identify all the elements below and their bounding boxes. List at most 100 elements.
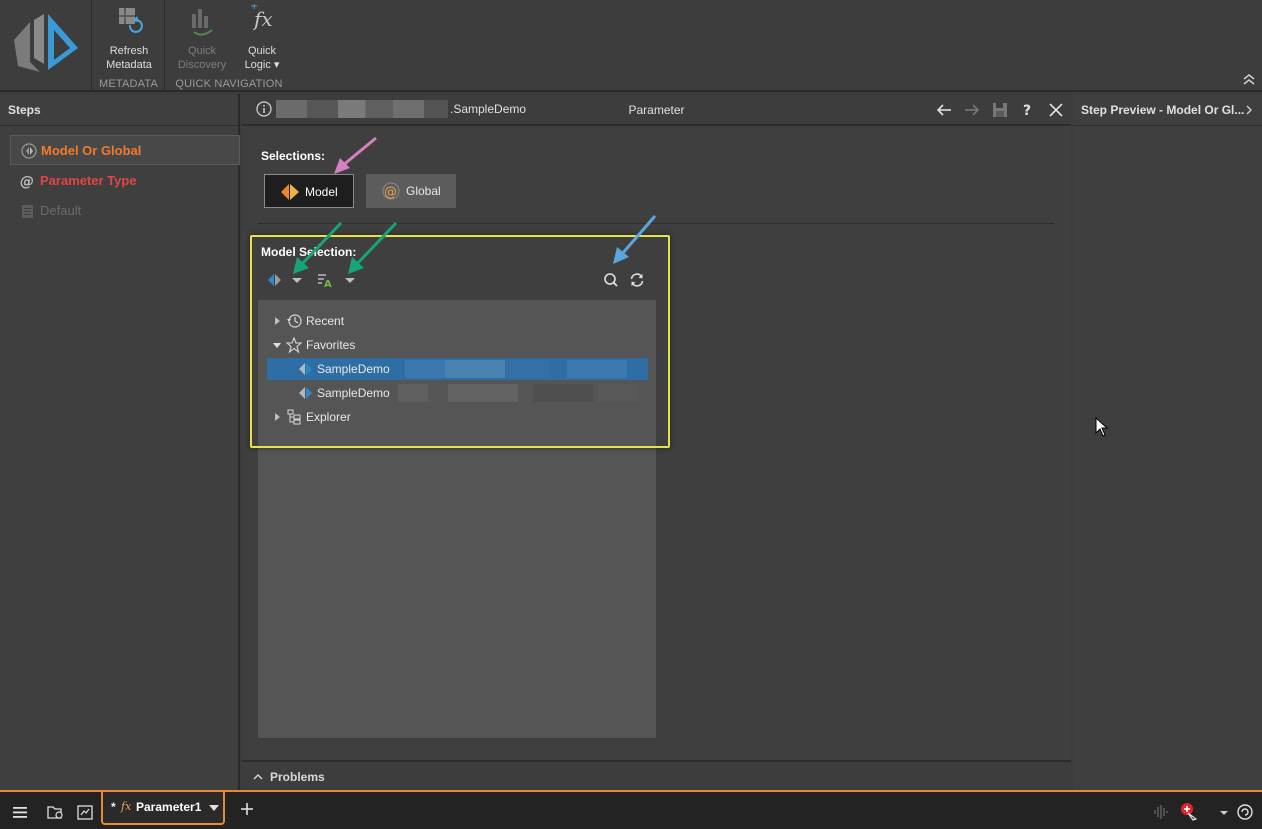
chevron-right-icon[interactable] [1244,104,1254,116]
tree-label: Explorer [306,410,351,424]
ribbon-group-label-quick-navigation: QUICK NAVIGATION [175,78,283,90]
tab-parameter1[interactable]: * fx Parameter1 [101,792,225,825]
forward-arrow-icon[interactable] [962,100,982,120]
redacted-path [567,360,627,378]
bottom-taskbar: * fx Parameter1 [0,790,1262,829]
save-icon[interactable] [990,100,1010,120]
global-button-label: Global [406,184,441,198]
open-folder-icon[interactable] [45,802,65,822]
quick-logic-label-1: Quick [247,45,277,57]
quick-discovery-icon [192,9,213,36]
refresh-label-1: Refresh [109,45,149,57]
step-model-or-global[interactable]: Model Or Global [10,135,240,165]
refresh-label-2: Metadata [106,59,152,71]
redacted-path [398,384,428,402]
step-parameter-type[interactable]: @ Parameter Type [10,166,240,196]
refresh-metadata-icon [119,8,143,33]
global-at-icon: @ [382,182,400,200]
parameter-editor: .SampleDemo Parameter ? Selections: Mode… [242,94,1071,790]
explorer-tree-icon [287,409,301,425]
fx-icon: fx [121,800,132,813]
chevron-down-icon[interactable] [288,271,306,289]
tree-node-favorites[interactable]: Favorites [258,334,656,356]
close-icon[interactable] [1046,100,1066,120]
ribbon-group-label-metadata: METADATA [98,78,159,90]
problems-panel-toggle[interactable]: Problems [242,760,1071,790]
tree-node-recent[interactable]: Recent [258,310,656,332]
model-selection-label: Model Selection: [261,245,357,259]
model-cube-icon [299,363,312,375]
tree-node-sampledemo[interactable]: SampleDemo [258,382,656,404]
svg-text:fx: fx [252,7,273,31]
editor-content: Selections: Model @ Global Model Selecti… [258,134,1056,738]
history-clock-icon [287,314,302,328]
refresh-icon[interactable] [628,271,646,289]
chevron-down-icon[interactable] [209,804,219,812]
svg-text:A: A [324,279,332,289]
redacted-path [598,384,638,402]
svg-text:@: @ [20,174,34,189]
unsaved-indicator: * [111,800,116,814]
app-logo[interactable] [0,0,92,92]
collapse-arrow-icon[interactable] [272,340,282,350]
model-tree: Recent Favorites SampleDemo SampleDemo E… [258,300,656,438]
model-cube-icon [299,387,312,399]
redacted-path [448,384,518,402]
ribbon-group-metadata: Refresh Metadata METADATA [93,0,165,92]
tree-label: Favorites [306,338,356,352]
collapse-ribbon-icon[interactable] [1242,72,1256,86]
add-tab-plus-icon[interactable] [238,800,256,818]
model-path: .SampleDemo [450,102,527,116]
help-icon[interactable]: ? [1018,100,1038,120]
model-button[interactable]: Model [264,174,354,208]
svg-text:?: ? [1023,103,1031,119]
search-icon[interactable] [602,271,620,289]
step-label: Model Or Global [41,143,142,158]
quick-discovery-label-1: Quick [187,45,217,57]
redacted-path [445,360,505,378]
expand-arrow-icon[interactable] [272,316,282,326]
step-preview-title: Step Preview - Model Or Gl... [1073,94,1262,126]
audio-wave-icon[interactable] [1151,802,1171,822]
chevron-down-icon[interactable] [1214,802,1234,822]
redacted-server-path [276,100,448,118]
steps-title: Steps [0,94,238,126]
quick-logic-fx-icon: + fx [250,4,273,31]
back-arrow-icon[interactable] [934,100,954,120]
quick-logic-button[interactable]: + fx Quick Logic ▾ [232,4,292,72]
swirl-spiral-icon[interactable] [1235,802,1255,822]
model-button-label: Model [305,185,338,199]
problems-label: Problems [270,770,325,784]
tab-label: Parameter1 [136,800,202,814]
refresh-metadata-button[interactable]: Refresh Metadata [99,4,159,72]
pyramid-logo-icon [14,14,78,72]
notifications-alert-icon[interactable] [1178,802,1198,822]
chevron-up-icon [253,774,263,780]
expand-arrow-icon[interactable] [272,412,282,422]
selections-label: Selections: [261,149,326,163]
chevron-down-icon[interactable] [341,271,359,289]
default-step-icon [22,205,33,218]
quick-discovery-button[interactable]: Quick Discovery [172,4,232,72]
section-divider [258,223,1054,224]
model-or-global-step-icon [21,143,37,159]
info-icon[interactable] [256,101,272,117]
global-button[interactable]: @ Global [366,174,456,208]
redacted-path [405,360,445,378]
tree-node-explorer[interactable]: Explorer [258,406,656,428]
step-label: Default [40,203,82,218]
new-content-icon[interactable] [75,802,95,822]
model-type-filter-icon[interactable] [266,271,284,289]
tree-node-sampledemo-selected[interactable]: SampleDemo [267,358,648,380]
quick-logic-label-2: Logic ▾ [244,59,280,71]
hamburger-menu-icon[interactable] [10,802,30,822]
step-label: Parameter Type [40,173,137,188]
redacted-path [505,360,550,378]
editor-header: .SampleDemo Parameter ? [242,94,1071,126]
step-default[interactable]: Default [10,196,240,226]
ribbon-group-quick-navigation: Quick Discovery + fx Quick Logic ▾ QUICK… [166,0,292,92]
redacted-path [533,384,593,402]
sort-a-icon[interactable]: A [316,271,334,289]
quick-discovery-label-2: Discovery [177,59,227,71]
model-icon [281,184,299,200]
